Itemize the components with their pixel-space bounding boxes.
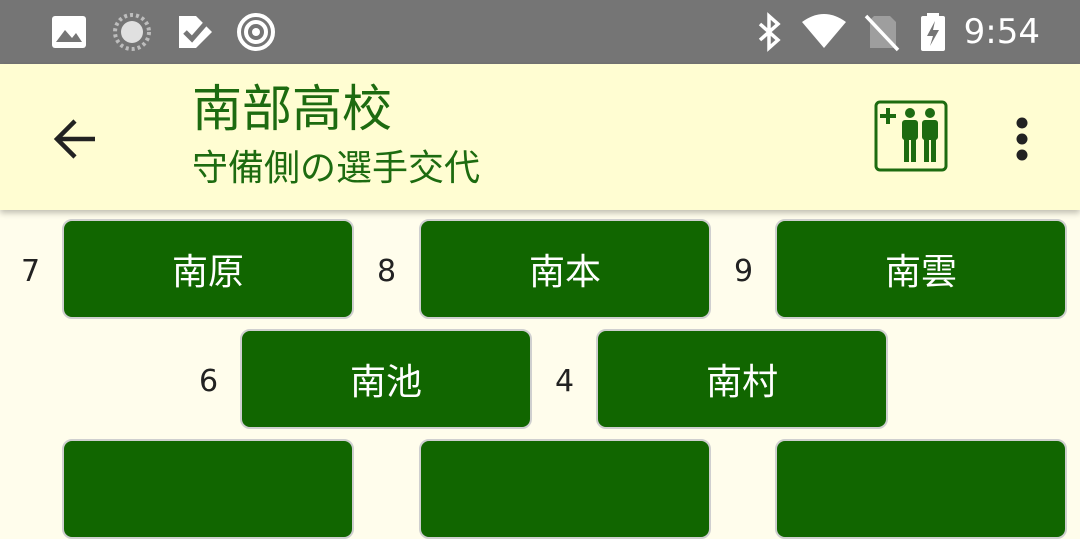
status-time: 9:54 (963, 12, 1040, 52)
player-button-shortstop[interactable]: 南池 (240, 329, 532, 429)
checklist-icon (179, 16, 212, 48)
position-number: 6 (199, 364, 219, 399)
player-button-partial[interactable] (419, 439, 711, 539)
target-icon (237, 13, 275, 51)
more-vert-icon (1016, 117, 1028, 161)
position-number: 7 (21, 254, 41, 289)
player-button-right-field[interactable]: 南雲 (775, 219, 1067, 319)
image-icon (52, 16, 86, 48)
position-number: 4 (555, 364, 575, 399)
battery-charging-icon (921, 13, 945, 51)
overflow-menu-button[interactable] (1000, 104, 1044, 174)
wifi-icon (802, 14, 846, 48)
player-button-second-base[interactable]: 南村 (596, 329, 888, 429)
player-button-partial[interactable] (775, 439, 1067, 539)
back-button[interactable] (40, 104, 110, 174)
player-button-center-field[interactable]: 南本 (419, 219, 711, 319)
add-players-button[interactable] (874, 100, 948, 172)
arrow-left-icon (53, 119, 95, 159)
position-number: 8 (377, 254, 397, 289)
status-bar: 9:54 (0, 0, 1080, 64)
page-title: 南部高校 (192, 80, 392, 138)
position-number: 9 (734, 254, 754, 289)
player-button-partial[interactable] (62, 439, 354, 539)
page-subtitle: 守備側の選手交代 (192, 148, 481, 189)
fielding-layout: 7 南原 8 南本 9 南雲 6 南池 4 南村 (0, 210, 1080, 539)
player-button-left-field[interactable]: 南原 (62, 219, 354, 319)
app-bar: 南部高校 守備側の選手交代 (0, 64, 1080, 210)
loading-icon (113, 13, 151, 51)
bluetooth-icon (758, 12, 781, 52)
no-sim-icon (864, 14, 900, 52)
